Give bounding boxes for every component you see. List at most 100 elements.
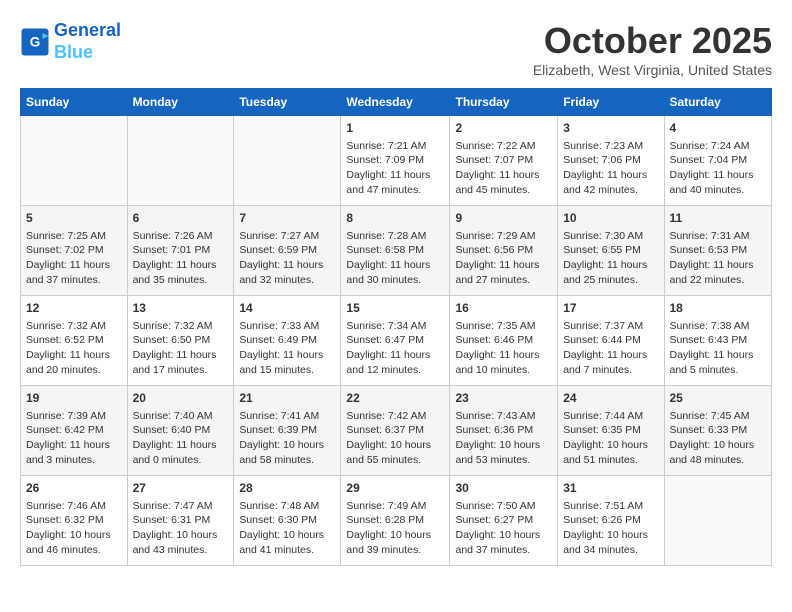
day-number: 26 (26, 480, 122, 497)
calendar-cell: 30 Sunrise: 7:50 AM Sunset: 6:27 PM Dayli… (450, 476, 558, 566)
day-number: 1 (346, 120, 444, 137)
day-header-thursday: Thursday (450, 89, 558, 116)
logo-line2: Blue (54, 42, 93, 62)
calendar-body: 1 Sunrise: 7:21 AM Sunset: 7:09 PM Daylig… (21, 116, 772, 566)
day-number: 30 (455, 480, 552, 497)
month-title: October 2025 (533, 20, 772, 62)
day-info: Sunrise: 7:29 AM Sunset: 6:56 PM Dayligh… (455, 230, 539, 286)
calendar-cell: 10 Sunrise: 7:30 AM Sunset: 6:55 PM Dayli… (558, 206, 664, 296)
svg-text:G: G (30, 34, 41, 49)
calendar-cell: 27Sunrise: 7:47 AM Sunset: 6:31 PM Dayli… (127, 476, 234, 566)
calendar-cell: 19Sunrise: 7:39 AM Sunset: 6:42 PM Dayli… (21, 386, 128, 476)
page-header: G General Blue October 2025 Elizabeth, W… (20, 20, 772, 78)
calendar-cell: 12 Sunrise: 7:32 AM Sunset: 6:52 PM Dayli… (21, 296, 128, 386)
day-info: Sunrise: 7:41 AM Sunset: 6:39 PM Dayligh… (239, 410, 324, 466)
calendar-cell: 24 Sunrise: 7:44 AM Sunset: 6:35 PM Dayli… (558, 386, 664, 476)
day-info: Sunrise: 7:46 AM Sunset: 6:32 PM Dayligh… (26, 500, 111, 556)
day-number: 16 (455, 300, 552, 317)
calendar-cell: 20 Sunrise: 7:40 AM Sunset: 6:40 PM Dayli… (127, 386, 234, 476)
day-info: Sunrise: 7:50 AM Sunset: 6:27 PM Dayligh… (455, 500, 540, 556)
day-number: 31 (563, 480, 658, 497)
calendar-cell: 26 Sunrise: 7:46 AM Sunset: 6:32 PM Dayli… (21, 476, 128, 566)
calendar-cell: 18Sunrise: 7:38 AM Sunset: 6:43 PM Dayli… (664, 296, 772, 386)
day-info: Sunrise: 7:24 AM Sunset: 7:04 PM Dayligh… (670, 140, 754, 196)
day-info: Sunrise: 7:34 AM Sunset: 6:47 PM Dayligh… (346, 320, 430, 376)
calendar-cell: 25Sunrise: 7:45 AM Sunset: 6:33 PM Dayli… (664, 386, 772, 476)
day-info: Sunrise: 7:32 AM Sunset: 6:50 PM Dayligh… (133, 320, 217, 376)
calendar-cell: 13 Sunrise: 7:32 AM Sunset: 6:50 PM Dayli… (127, 296, 234, 386)
calendar-cell: 31 Sunrise: 7:51 AM Sunset: 6:26 PM Dayli… (558, 476, 664, 566)
day-info: Sunrise: 7:51 AM Sunset: 6:26 PM Dayligh… (563, 500, 648, 556)
day-info: Sunrise: 7:23 AM Sunset: 7:06 PM Dayligh… (563, 140, 647, 196)
calendar-cell: 7Sunrise: 7:27 AM Sunset: 6:59 PM Daylig… (234, 206, 341, 296)
day-info: Sunrise: 7:38 AM Sunset: 6:43 PM Dayligh… (670, 320, 754, 376)
week-row-4: 26 Sunrise: 7:46 AM Sunset: 6:32 PM Dayli… (21, 476, 772, 566)
day-number: 9 (455, 210, 552, 227)
calendar-cell: 28 Sunrise: 7:48 AM Sunset: 6:30 PM Dayli… (234, 476, 341, 566)
calendar-cell: 6 Sunrise: 7:26 AM Sunset: 7:01 PM Daylig… (127, 206, 234, 296)
day-number: 27 (133, 480, 229, 497)
day-info: Sunrise: 7:43 AM Sunset: 6:36 PM Dayligh… (455, 410, 540, 466)
day-info: Sunrise: 7:49 AM Sunset: 6:28 PM Dayligh… (346, 500, 431, 556)
calendar-cell: 8 Sunrise: 7:28 AM Sunset: 6:58 PM Daylig… (341, 206, 450, 296)
day-number: 8 (346, 210, 444, 227)
day-info: Sunrise: 7:21 AM Sunset: 7:09 PM Dayligh… (346, 140, 430, 196)
day-number: 29 (346, 480, 444, 497)
calendar-cell: 9 Sunrise: 7:29 AM Sunset: 6:56 PM Daylig… (450, 206, 558, 296)
day-number: 4 (670, 120, 767, 137)
calendar-table: SundayMondayTuesdayWednesdayThursdayFrid… (20, 88, 772, 566)
logo-line1: General (54, 20, 121, 40)
day-header-tuesday: Tuesday (234, 89, 341, 116)
day-number: 5 (26, 210, 122, 227)
calendar-cell (664, 476, 772, 566)
day-header-wednesday: Wednesday (341, 89, 450, 116)
day-info: Sunrise: 7:44 AM Sunset: 6:35 PM Dayligh… (563, 410, 648, 466)
week-row-3: 19Sunrise: 7:39 AM Sunset: 6:42 PM Dayli… (21, 386, 772, 476)
day-info: Sunrise: 7:48 AM Sunset: 6:30 PM Dayligh… (239, 500, 324, 556)
calendar-cell: 4 Sunrise: 7:24 AM Sunset: 7:04 PM Daylig… (664, 116, 772, 206)
location: Elizabeth, West Virginia, United States (533, 62, 772, 78)
day-info: Sunrise: 7:26 AM Sunset: 7:01 PM Dayligh… (133, 230, 217, 286)
week-row-1: 5Sunrise: 7:25 AM Sunset: 7:02 PM Daylig… (21, 206, 772, 296)
days-header-row: SundayMondayTuesdayWednesdayThursdayFrid… (21, 89, 772, 116)
week-row-2: 12 Sunrise: 7:32 AM Sunset: 6:52 PM Dayli… (21, 296, 772, 386)
day-info: Sunrise: 7:22 AM Sunset: 7:07 PM Dayligh… (455, 140, 539, 196)
calendar-cell: 21Sunrise: 7:41 AM Sunset: 6:39 PM Dayli… (234, 386, 341, 476)
day-info: Sunrise: 7:32 AM Sunset: 6:52 PM Dayligh… (26, 320, 110, 376)
day-number: 14 (239, 300, 335, 317)
day-header-saturday: Saturday (664, 89, 772, 116)
day-info: Sunrise: 7:39 AM Sunset: 6:42 PM Dayligh… (26, 410, 110, 466)
day-info: Sunrise: 7:27 AM Sunset: 6:59 PM Dayligh… (239, 230, 323, 286)
week-row-0: 1 Sunrise: 7:21 AM Sunset: 7:09 PM Daylig… (21, 116, 772, 206)
day-number: 13 (133, 300, 229, 317)
calendar-cell: 5Sunrise: 7:25 AM Sunset: 7:02 PM Daylig… (21, 206, 128, 296)
day-info: Sunrise: 7:30 AM Sunset: 6:55 PM Dayligh… (563, 230, 647, 286)
logo-text: General Blue (54, 20, 121, 63)
day-info: Sunrise: 7:35 AM Sunset: 6:46 PM Dayligh… (455, 320, 539, 376)
day-number: 25 (670, 390, 767, 407)
calendar-cell (21, 116, 128, 206)
calendar-cell: 17Sunrise: 7:37 AM Sunset: 6:44 PM Dayli… (558, 296, 664, 386)
day-number: 6 (133, 210, 229, 227)
day-number: 10 (563, 210, 658, 227)
day-number: 20 (133, 390, 229, 407)
day-info: Sunrise: 7:31 AM Sunset: 6:53 PM Dayligh… (670, 230, 754, 286)
calendar-cell: 23Sunrise: 7:43 AM Sunset: 6:36 PM Dayli… (450, 386, 558, 476)
day-number: 17 (563, 300, 658, 317)
day-header-friday: Friday (558, 89, 664, 116)
logo-icon: G (20, 27, 50, 57)
day-number: 12 (26, 300, 122, 317)
day-info: Sunrise: 7:40 AM Sunset: 6:40 PM Dayligh… (133, 410, 217, 466)
day-number: 24 (563, 390, 658, 407)
calendar-cell: 11 Sunrise: 7:31 AM Sunset: 6:53 PM Dayli… (664, 206, 772, 296)
day-number: 11 (670, 210, 767, 227)
day-info: Sunrise: 7:42 AM Sunset: 6:37 PM Dayligh… (346, 410, 431, 466)
calendar-cell: 29 Sunrise: 7:49 AM Sunset: 6:28 PM Dayli… (341, 476, 450, 566)
calendar-cell: 2 Sunrise: 7:22 AM Sunset: 7:07 PM Daylig… (450, 116, 558, 206)
calendar-cell: 3Sunrise: 7:23 AM Sunset: 7:06 PM Daylig… (558, 116, 664, 206)
day-header-sunday: Sunday (21, 89, 128, 116)
day-number: 15 (346, 300, 444, 317)
day-number: 2 (455, 120, 552, 137)
day-info: Sunrise: 7:28 AM Sunset: 6:58 PM Dayligh… (346, 230, 430, 286)
day-number: 28 (239, 480, 335, 497)
